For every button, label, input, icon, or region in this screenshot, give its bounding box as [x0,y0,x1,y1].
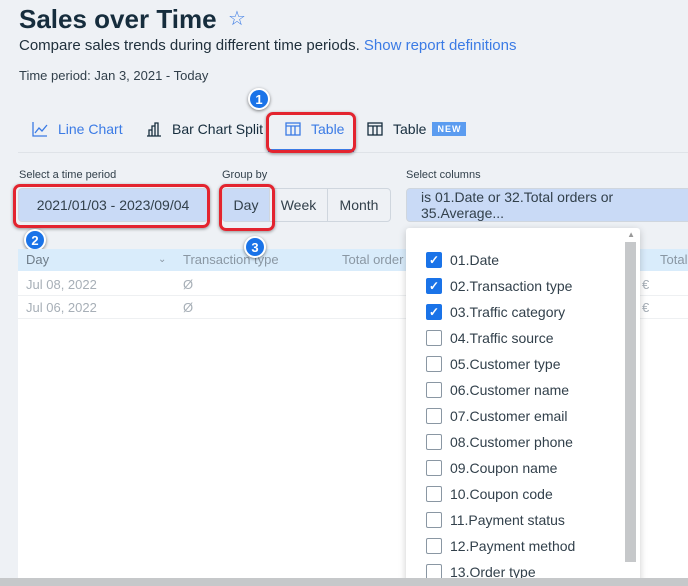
column-option[interactable]: ✓ 02.Transaction type [426,278,572,294]
column-option[interactable]: ✓ 03.Traffic category [426,304,565,320]
table-icon [367,122,383,136]
page-title: Sales over Time [19,4,217,34]
cell-currency: € [642,277,650,292]
line-chart-icon [32,122,48,137]
checkbox[interactable] [426,356,442,372]
new-badge: NEW [432,122,467,136]
subtitle-text: Compare sales trends during different ti… [19,37,360,54]
horizontal-scrollbar[interactable] [0,578,688,586]
checkbox[interactable] [426,330,442,346]
time-period-label: Select a time period [19,169,117,181]
annotation-badge-3: 3 [244,236,266,258]
checkbox[interactable] [426,512,442,528]
checkbox[interactable]: ✓ [426,304,442,320]
scrollbar[interactable] [625,242,636,562]
checkbox[interactable]: ✓ [426,252,442,268]
annotation-badge-1: 1 [248,88,270,110]
tab-label: Line Chart [58,121,123,137]
column-option-label: 11.Payment status [450,512,565,528]
group-week-button[interactable]: Week [269,188,328,222]
cell-currency: € [642,300,650,315]
column-option-label: 04.Traffic source [450,330,554,346]
cell-day: Jul 08, 2022 [26,277,97,292]
cell-transaction-type: Ø [183,300,194,315]
column-option[interactable]: 11.Payment status [426,512,565,528]
select-columns-dropdown[interactable]: is 01.Date or 32.Total orders or 35.Aver… [406,188,688,222]
column-option-label: 05.Customer type [450,356,561,372]
select-columns-label: Select columns [406,169,481,181]
checkbox[interactable] [426,538,442,554]
column-option[interactable]: 07.Customer email [426,408,568,424]
checkbox[interactable] [426,408,442,424]
column-option-label: 02.Transaction type [450,278,573,294]
bar-chart-icon [147,122,161,137]
sort-chevron-icon[interactable]: ⌄ [158,254,166,265]
column-option[interactable]: ✓ 01.Date [426,252,499,268]
column-option[interactable]: 06.Customer name [426,382,569,398]
scroll-up-arrow-icon[interactable]: ▲ [627,230,635,239]
annotation-box-3 [219,184,275,231]
columns-dropdown-menu: ▲ ✓ 01.Date ✓ 02.Transaction type ✓ 03.Traffi… [406,228,640,586]
column-header-total-orders[interactable]: Total order [342,252,403,267]
column-option-label: 08.Customer phone [450,434,573,450]
column-header-day[interactable]: Day [26,252,49,267]
tab-bar-chart-split[interactable]: Bar Chart Split [146,118,263,140]
group-month-button[interactable]: Month [327,188,391,222]
time-period-text: Time period: Jan 3, 2021 - Today [19,68,209,83]
checkbox[interactable] [426,460,442,476]
column-option-label: 09.Coupon name [450,460,558,476]
annotation-box-2 [13,184,210,228]
column-option[interactable]: 05.Customer type [426,356,561,372]
annotation-badge-2: 2 [24,229,46,251]
column-option-label: 12.Payment method [450,538,576,554]
column-option-label: 01.Date [450,252,500,268]
column-option[interactable]: 04.Traffic source [426,330,554,346]
column-option[interactable]: 09.Coupon name [426,460,557,476]
column-header-total[interactable]: Total [660,252,687,267]
tab-divider [18,152,688,153]
star-icon[interactable]: ☆ [228,6,246,31]
tab-table-new[interactable]: Table NEW [367,118,467,140]
annotation-box-1 [266,112,356,153]
column-option[interactable]: 10.Coupon code [426,486,553,502]
cell-day: Jul 06, 2022 [26,300,97,315]
tab-label: Table [393,121,427,137]
page-subtitle: Compare sales trends during different ti… [19,37,517,54]
column-option-label: 07.Customer email [450,408,568,424]
checkbox[interactable] [426,382,442,398]
column-header-transaction-type[interactable]: Transaction type [183,252,279,267]
column-option-label: 06.Customer name [450,382,570,398]
cell-transaction-type: Ø [183,277,194,292]
tab-label: Bar Chart Split [172,121,264,137]
checkbox[interactable] [426,486,442,502]
tab-line-chart[interactable]: Line Chart [32,118,123,140]
checkbox[interactable] [426,434,442,450]
column-option[interactable]: 12.Payment method [426,538,575,554]
checkbox[interactable]: ✓ [426,278,442,294]
column-option[interactable]: 08.Customer phone [426,434,573,450]
column-option-label: 03.Traffic category [450,304,566,320]
column-option-label: 10.Coupon code [450,486,553,502]
report-definitions-link[interactable]: Show report definitions [364,37,517,54]
group-by-label: Group by [222,169,268,181]
